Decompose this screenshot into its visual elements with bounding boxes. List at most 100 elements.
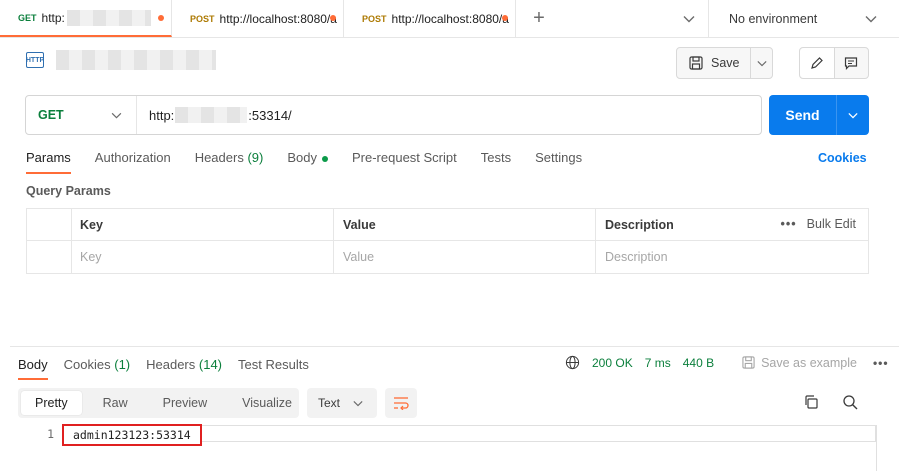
tab-label: Headers — [194, 150, 244, 165]
search-icon — [843, 395, 858, 410]
value-input[interactable]: Value — [334, 241, 596, 273]
status-code[interactable]: 200 OK — [592, 356, 633, 370]
tab-pre-request-script[interactable]: Pre-request Script — [352, 148, 457, 168]
pencil-icon — [810, 57, 823, 69]
line-number: 1 — [47, 427, 54, 441]
cookies-link[interactable]: Cookies — [818, 151, 867, 165]
column-header-key: Key — [72, 209, 334, 240]
save-dropdown-button[interactable] — [751, 60, 772, 67]
url-suffix: :53314/ — [248, 107, 292, 123]
environment-label: No environment — [729, 11, 818, 26]
copy-button[interactable] — [803, 394, 819, 413]
response-tab-cookies[interactable]: Cookies (1) — [64, 356, 130, 380]
method-selector[interactable]: GET — [26, 96, 137, 134]
tab-method: GET — [18, 12, 37, 23]
response-tab-body[interactable]: Body — [18, 356, 48, 380]
tab-get-request[interactable]: GET http: — [0, 0, 172, 37]
tab-body[interactable]: Body — [287, 148, 328, 168]
chevron-down-icon — [683, 15, 694, 22]
view-mode-visualize[interactable]: Visualize — [228, 391, 306, 415]
redacted-block — [66, 9, 151, 26]
tab-settings[interactable]: Settings — [535, 148, 582, 168]
edit-docs-toggle — [799, 47, 869, 79]
comments-button[interactable] — [835, 48, 869, 78]
redacted-request-name — [56, 50, 216, 70]
editor-gutter-line — [876, 425, 877, 471]
response-body-line: admin123123:53314 — [62, 424, 202, 446]
globe-icon[interactable] — [565, 355, 580, 370]
search-button[interactable] — [842, 394, 858, 413]
unsaved-dot-icon — [502, 15, 508, 21]
wrap-lines-icon — [394, 397, 409, 410]
tab-label: Params — [26, 150, 71, 165]
comment-icon — [845, 57, 858, 70]
response-meta: 200 OK 7 ms 440 B Save as example ••• — [565, 355, 889, 370]
redacted-host — [175, 107, 248, 123]
format-label: Text — [318, 396, 341, 410]
http-icon: HTTP — [26, 52, 44, 68]
more-options-icon[interactable]: ••• — [873, 356, 889, 370]
tab-label: Settings — [535, 150, 583, 165]
format-selector[interactable]: Text — [307, 388, 377, 418]
more-horizontal-icon: ••• — [780, 217, 797, 231]
edit-button[interactable] — [800, 48, 835, 78]
table-header-row: Key Value Description ••• Bulk Edit — [27, 209, 868, 241]
unsaved-dot-icon — [330, 15, 336, 21]
body-indicator-icon — [321, 155, 328, 162]
view-mode-raw[interactable]: Raw — [89, 391, 142, 415]
cookies-count: (1) — [114, 357, 131, 372]
chevron-down-icon — [848, 112, 858, 118]
tab-url: http: — [41, 10, 65, 25]
save-button-group: Save — [676, 47, 773, 79]
tab-label: Body — [287, 150, 317, 165]
environment-selector[interactable]: No environment — [709, 0, 899, 37]
tab-method: POST — [362, 13, 387, 24]
new-tab-button[interactable]: + — [516, 0, 562, 37]
save-as-example-label: Save as example — [761, 355, 857, 370]
tab-label: Cookies — [63, 357, 111, 372]
headers-count: (9) — [247, 150, 264, 165]
tab-headers[interactable]: Headers (9) — [195, 148, 264, 168]
send-dropdown-button[interactable] — [837, 95, 869, 135]
query-params-table: Key Value Description ••• Bulk Edit Key … — [26, 208, 869, 274]
save-as-example-button[interactable]: Save as example — [742, 356, 857, 370]
tabs-dropdown-button[interactable] — [669, 0, 709, 37]
pane-divider[interactable] — [10, 346, 899, 347]
key-input[interactable]: Key — [72, 241, 334, 273]
request-tabs: Params Authorization Headers (9) Body Pr… — [26, 148, 606, 176]
save-button[interactable]: Save — [677, 48, 751, 78]
response-tab-headers[interactable]: Headers (14) — [146, 356, 222, 380]
tab-label: Body — [18, 357, 48, 372]
bulk-edit-button[interactable]: ••• Bulk Edit — [781, 217, 856, 231]
chevron-down-icon — [756, 60, 767, 66]
description-input[interactable]: Description — [596, 241, 868, 273]
response-body-editor[interactable]: 1 admin123123:53314 — [0, 424, 899, 471]
response-tabs: Body Cookies (1) Headers (14) Test Resul… — [18, 356, 325, 380]
tab-post-request-2[interactable]: POST http://localhost:8080/a — [344, 0, 516, 37]
response-size[interactable]: 440 B — [683, 356, 714, 370]
response-tab-test-results[interactable]: Test Results — [238, 356, 309, 380]
tab-label: Test Results — [238, 357, 309, 372]
tab-label: Authorization — [94, 150, 171, 165]
response-time[interactable]: 7 ms — [645, 356, 671, 370]
view-mode-pretty[interactable]: Pretty — [21, 391, 82, 415]
url-input[interactable]: http: :53314/ — [137, 107, 292, 123]
copy-icon — [805, 395, 818, 409]
tab-authorization[interactable]: Authorization — [95, 148, 171, 168]
chevron-down-icon — [865, 15, 877, 22]
tab-url: http://localhost:8080/a — [219, 11, 337, 26]
request-tab-bar: GET http: POST http://localhost:8080/a P… — [0, 0, 899, 38]
plus-icon: + — [533, 7, 545, 29]
view-mode-preview[interactable]: Preview — [149, 391, 221, 415]
tab-tests[interactable]: Tests — [481, 148, 511, 168]
url-prefix: http: — [149, 107, 175, 123]
tab-params[interactable]: Params — [26, 148, 71, 174]
tab-label: Headers — [146, 357, 196, 372]
tab-url: http://localhost:8080/a — [391, 11, 509, 26]
tab-post-request-1[interactable]: POST http://localhost:8080/a — [172, 0, 344, 37]
bulk-edit-label: Bulk Edit — [806, 217, 856, 231]
url-bar: GET http: :53314/ — [25, 95, 762, 135]
send-button[interactable]: Send — [769, 95, 837, 135]
wrap-lines-button[interactable] — [385, 388, 417, 418]
method-label: GET — [38, 108, 64, 122]
